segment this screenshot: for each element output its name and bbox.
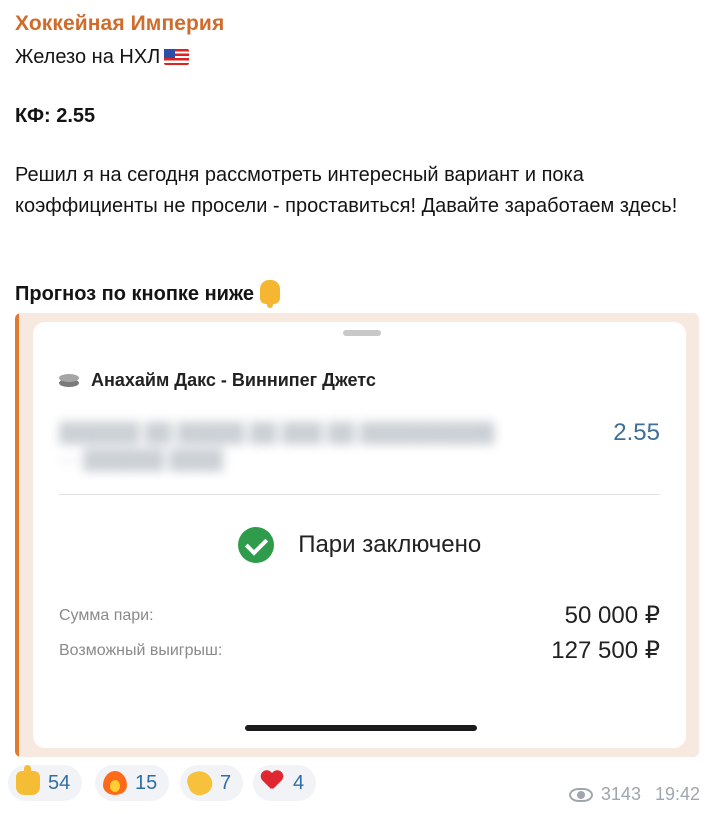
preview-accent-bar [15, 313, 19, 757]
channel-name[interactable]: Хоккейная Империя [15, 12, 224, 36]
bet-odds: 2.55 [613, 419, 660, 446]
home-indicator-bar [245, 725, 477, 731]
bet-status: Пари заключено [33, 527, 686, 563]
hockey-puck-icon [59, 372, 79, 388]
odds-line: КФ: 2.55 [15, 105, 96, 127]
image-preview[interactable]: Анахайм Дакс - Виннипег Джетс ██████ ██ … [15, 313, 699, 757]
message-line-1-text: Железо на НХЛ [15, 46, 161, 68]
check-circle-icon [237, 527, 274, 563]
reaction-thumbs-up[interactable]: 54 [8, 765, 83, 801]
pointing-down-hand-icon [260, 280, 281, 308]
reaction-clap[interactable]: 7 [180, 765, 244, 801]
eye-icon [568, 787, 593, 802]
reaction-fire[interactable]: 15 [95, 765, 170, 801]
message-meta: 3143 19:42 [568, 784, 700, 805]
message-paragraph: Решил я на сегодня рассмотреть интересны… [15, 164, 678, 217]
reaction-count: 4 [293, 771, 305, 794]
cta-line: Прогноз по кнопке ниже [15, 279, 281, 309]
fire-icon [103, 771, 127, 795]
reaction-heart[interactable]: 4 [253, 765, 317, 801]
blurred-bet-details: ██████ ██ █████ ██ ███ ██ ██████████ — █… [59, 423, 495, 471]
stake-label: Сумма пари: [59, 607, 154, 624]
channel-message: Хоккейная Империя Железо на НХЛ КФ: 2.55… [0, 0, 709, 814]
thumbs-up-icon [16, 765, 40, 795]
message-time: 19:42 [654, 784, 700, 804]
sheet-grip-handle [343, 330, 381, 336]
heart-icon [261, 771, 285, 795]
stake-row: Сумма пари: 50 000 ₽ [59, 601, 660, 631]
match-title: Анахайм Дакс - Виннипег Джетс [91, 370, 376, 390]
bet-slip-screenshot: Анахайм Дакс - Виннипег Джетс ██████ ██ … [33, 322, 686, 748]
bet-status-text: Пари заключено [298, 531, 482, 558]
us-flag-icon [164, 49, 190, 65]
payout-row: Возможный выигрыш: 127 500 ₽ [59, 636, 660, 666]
message-line-1: Железо на НХЛ [15, 42, 190, 72]
reaction-count: 7 [220, 771, 232, 794]
reaction-count: 15 [135, 771, 158, 794]
cta-text: Прогноз по кнопке ниже [15, 283, 255, 305]
stake-value: 50 000 ₽ [564, 602, 660, 629]
divider [59, 494, 660, 495]
payout-label: Возможный выигрыш: [59, 642, 223, 659]
clapping-hands-icon [184, 767, 216, 799]
reaction-count: 54 [48, 771, 71, 794]
view-count: 3143 [600, 784, 641, 804]
payout-value: 127 500 ₽ [551, 637, 660, 664]
